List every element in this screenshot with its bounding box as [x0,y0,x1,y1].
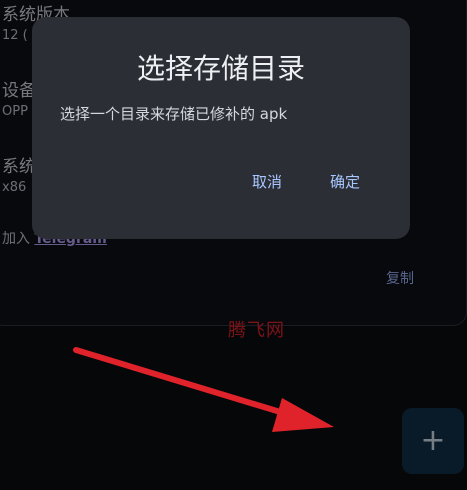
red-arrow-annotation [73,347,334,432]
arrow-shaft [73,347,303,421]
arrow-head [272,398,334,432]
